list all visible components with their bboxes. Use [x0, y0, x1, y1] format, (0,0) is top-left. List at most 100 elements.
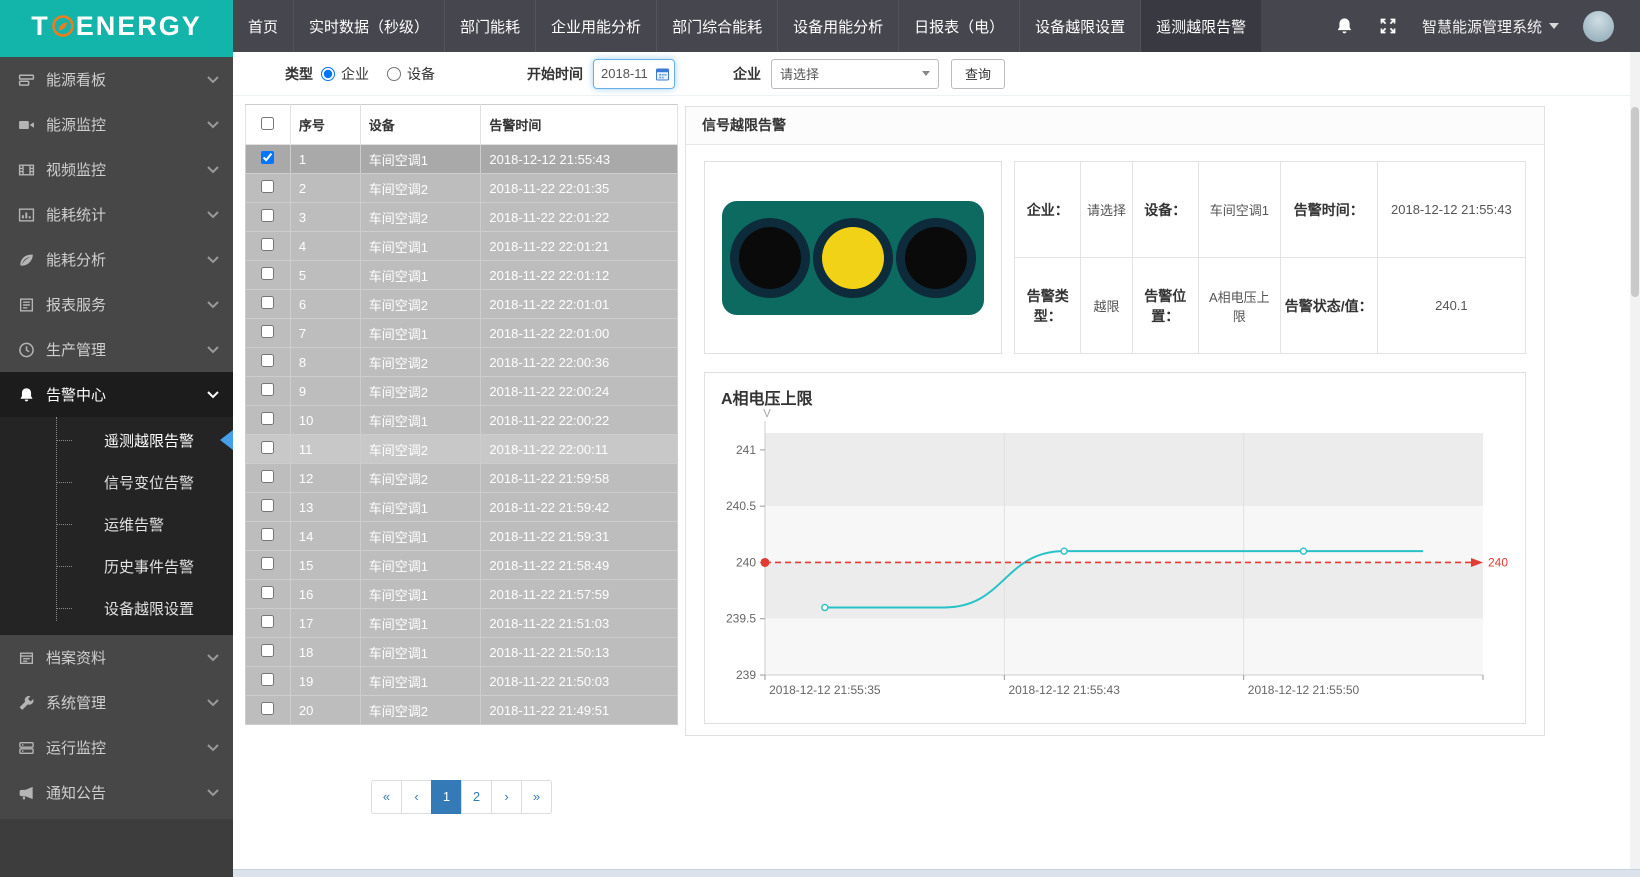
row-checkbox[interactable] [261, 557, 274, 570]
cell-no: 6 [290, 290, 360, 319]
page-button[interactable]: › [491, 780, 522, 814]
radio-device-label[interactable]: 设备 [407, 64, 435, 84]
nav-item[interactable]: 首页 [233, 0, 293, 52]
row-checkbox[interactable] [261, 673, 274, 686]
table-row[interactable]: 13车间空调12018-11-22 21:59:42 [246, 493, 678, 522]
detail-panel: 信号越限告警 企业：请选择设备：车间空调1告警时间：2018-12-12 21:… [685, 106, 1545, 736]
sidebar-subitem[interactable]: 遥测越限告警 [0, 419, 233, 461]
row-checkbox[interactable] [261, 470, 274, 483]
table-row[interactable]: 14车间空调12018-11-22 21:59:31 [246, 522, 678, 551]
row-checkbox[interactable] [261, 325, 274, 338]
sidebar-item[interactable]: 能耗统计 [0, 192, 233, 237]
table-row[interactable]: 16车间空调12018-11-22 21:57:59 [246, 580, 678, 609]
select-all-checkbox[interactable] [261, 117, 274, 130]
sidebar-subitem[interactable]: 信号变位告警 [0, 461, 233, 503]
row-checkbox[interactable] [261, 354, 274, 367]
tree-stub [56, 608, 72, 609]
row-checkbox[interactable] [261, 412, 274, 425]
sidebar-item[interactable]: 视频监控 [0, 147, 233, 192]
table-row[interactable]: 5车间空调12018-11-22 22:01:12 [246, 261, 678, 290]
page-button[interactable]: 2 [461, 780, 492, 814]
row-checkbox[interactable] [261, 586, 274, 599]
table-row[interactable]: 15车间空调12018-11-22 21:58:49 [246, 551, 678, 580]
table-row[interactable]: 3车间空调22018-11-22 22:01:22 [246, 203, 678, 232]
sidebar-item[interactable]: 告警中心 [0, 372, 233, 417]
table-row[interactable]: 11车间空调22018-11-22 22:00:11 [246, 435, 678, 464]
bell-icon[interactable] [1335, 16, 1354, 36]
sidebar-item[interactable]: 档案资料 [0, 635, 233, 680]
row-checkbox[interactable] [261, 499, 274, 512]
radio-device[interactable] [387, 67, 401, 81]
cell-time: 2018-11-22 22:01:35 [481, 174, 678, 203]
sidebar-item[interactable]: 能源看板 [0, 57, 233, 102]
nav-item[interactable]: 企业用能分析 [535, 0, 656, 52]
nav-item[interactable]: 部门综合能耗 [656, 0, 777, 52]
sidebar-subitem[interactable]: 运维告警 [0, 503, 233, 545]
col-header-time: 告警时间 [481, 105, 678, 145]
radio-enterprise[interactable] [321, 67, 335, 81]
table-row[interactable]: 7车间空调12018-11-22 22:01:00 [246, 319, 678, 348]
nav-item[interactable]: 部门能耗 [444, 0, 535, 52]
start-time-input[interactable] [601, 66, 655, 81]
table-row[interactable]: 12车间空调22018-11-22 21:59:58 [246, 464, 678, 493]
row-checkbox[interactable] [261, 702, 274, 715]
row-checkbox[interactable] [261, 209, 274, 222]
row-checkbox[interactable] [261, 644, 274, 657]
table-row[interactable]: 4车间空调12018-11-22 22:01:21 [246, 232, 678, 261]
row-checkbox[interactable] [261, 383, 274, 396]
cell-time: 2018-11-22 21:59:42 [481, 493, 678, 522]
info-label: 告警时间： [1280, 162, 1377, 258]
enterprise-select[interactable]: 请选择 [771, 59, 939, 89]
cell-device: 车间空调1 [360, 319, 481, 348]
row-checkbox[interactable] [261, 238, 274, 251]
page-button[interactable]: « [371, 780, 402, 814]
scrollbar-thumb[interactable] [1631, 107, 1639, 297]
table-row[interactable]: 8车间空调22018-11-22 22:00:36 [246, 348, 678, 377]
table-row[interactable]: 9车间空调22018-11-22 22:00:24 [246, 377, 678, 406]
page-button[interactable]: 1 [431, 780, 462, 814]
row-checkbox[interactable] [261, 180, 274, 193]
table-row[interactable]: 18车间空调12018-11-22 21:50:13 [246, 638, 678, 667]
row-checkbox[interactable] [261, 296, 274, 309]
table-row[interactable]: 19车间空调12018-11-22 21:50:03 [246, 667, 678, 696]
sidebar-subitem-label: 遥测越限告警 [104, 430, 194, 451]
sidebar-subitem[interactable]: 历史事件告警 [0, 545, 233, 587]
nav-item[interactable]: 设备越限设置 [1019, 0, 1140, 52]
row-checkbox[interactable] [261, 615, 274, 628]
row-checkbox[interactable] [261, 151, 274, 164]
fullscreen-icon[interactable] [1378, 16, 1398, 36]
row-checkbox[interactable] [261, 267, 274, 280]
row-checkbox[interactable] [261, 528, 274, 541]
nav-item[interactable]: 实时数据（秒级） [293, 0, 444, 52]
sidebar-item[interactable]: 能源监控 [0, 102, 233, 147]
calendar-icon[interactable] [655, 67, 670, 81]
table-row[interactable]: 20车间空调22018-11-22 21:49:51 [246, 696, 678, 725]
sidebar-item[interactable]: 能耗分析 [0, 237, 233, 282]
row-checkbox[interactable] [261, 441, 274, 454]
sidebar-subitem[interactable]: 设备越限设置 [0, 587, 233, 629]
sidebar-item[interactable]: 通知公告 [0, 770, 233, 815]
cell-time: 2018-11-22 22:01:12 [481, 261, 678, 290]
sidebar-item[interactable]: 报表服务 [0, 282, 233, 327]
table-row[interactable]: 2车间空调22018-11-22 22:01:35 [246, 174, 678, 203]
radio-enterprise-label[interactable]: 企业 [341, 64, 369, 84]
tree-stub [56, 566, 72, 567]
page-button[interactable]: » [521, 780, 552, 814]
search-button[interactable]: 查询 [951, 59, 1005, 89]
sidebar-item[interactable]: 生产管理 [0, 327, 233, 372]
sidebar-item[interactable]: 运行监控 [0, 725, 233, 770]
nav-item[interactable]: 遥测越限告警 [1140, 0, 1261, 52]
user-avatar[interactable] [1583, 11, 1614, 42]
page-button[interactable]: ‹ [401, 780, 432, 814]
table-row[interactable]: 17车间空调12018-11-22 21:51:03 [246, 609, 678, 638]
table-row[interactable]: 1车间空调12018-12-12 21:55:43 [246, 145, 678, 174]
bottom-scrollbar-track [233, 869, 1640, 877]
table-row[interactable]: 6车间空调22018-11-22 22:01:01 [246, 290, 678, 319]
nav-item[interactable]: 日报表（电） [898, 0, 1019, 52]
sidebar-item[interactable]: 系统管理 [0, 680, 233, 725]
vertical-scrollbar[interactable] [1630, 52, 1640, 869]
system-title-menu[interactable]: 智慧能源管理系统 [1422, 16, 1559, 37]
table-row[interactable]: 10车间空调12018-11-22 22:00:22 [246, 406, 678, 435]
nav-item[interactable]: 设备用能分析 [777, 0, 898, 52]
active-item-marker-icon [220, 430, 233, 450]
